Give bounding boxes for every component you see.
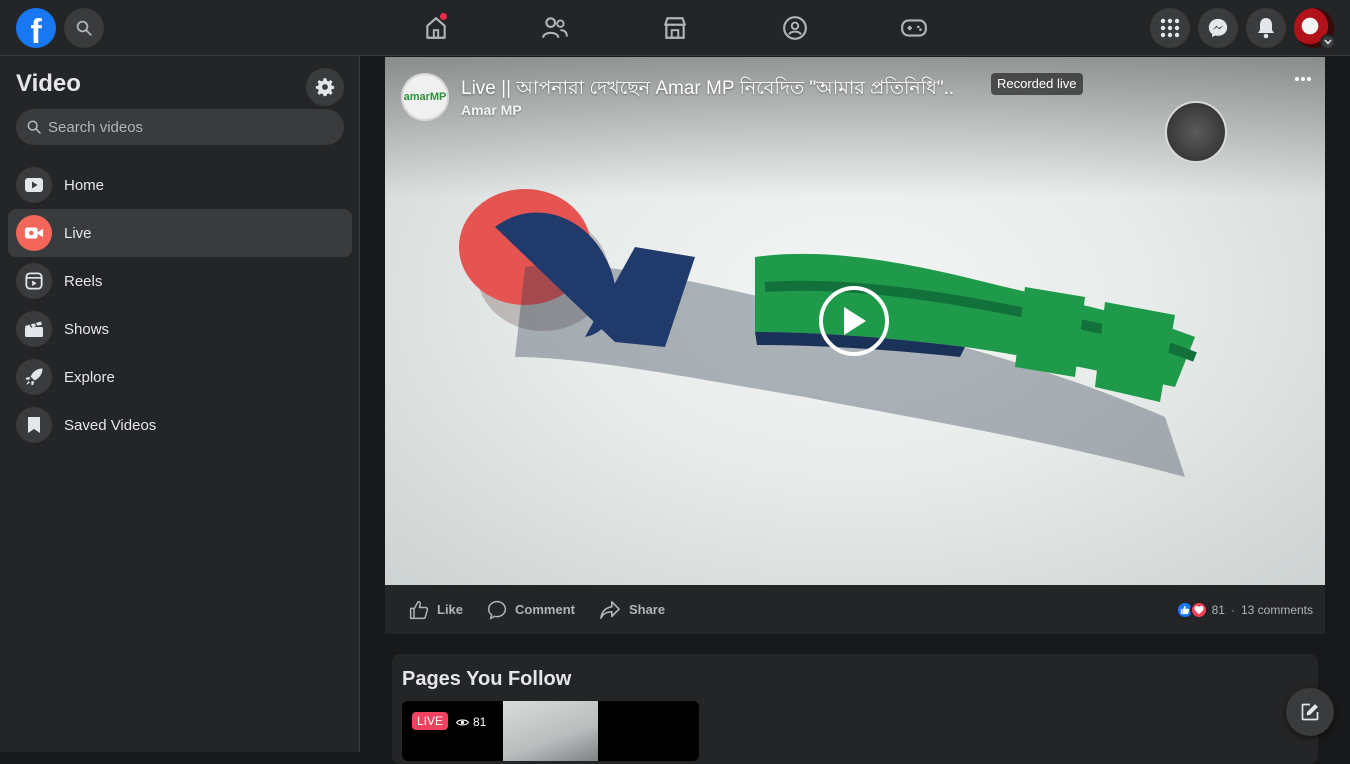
nav-groups-tab[interactable] bbox=[739, 8, 851, 48]
top-navigation-bar: f bbox=[0, 0, 1350, 56]
pages-you-follow-section: Pages You Follow LIVE 81 bbox=[392, 654, 1318, 764]
share-icon bbox=[600, 600, 620, 619]
notifications-button[interactable] bbox=[1246, 8, 1286, 48]
sidebar-item-label: Saved Videos bbox=[64, 416, 157, 434]
video-settings-button[interactable] bbox=[306, 68, 344, 106]
nav-friends-tab[interactable] bbox=[499, 8, 611, 48]
post-action-bar: Like Comment Share 81 · 13 comments bbox=[385, 585, 1325, 634]
video-sidebar: Video Home Live Reels Shows Explore bbox=[0, 56, 360, 752]
comment-button[interactable]: Comment bbox=[479, 592, 583, 628]
viewer-count: 81 bbox=[456, 715, 486, 729]
thumbs-up-small-icon bbox=[1180, 605, 1189, 615]
reactions-summary[interactable]: 81 · 13 comments bbox=[1175, 601, 1313, 619]
notification-dot bbox=[440, 13, 447, 20]
more-horizontal-icon bbox=[1295, 77, 1311, 81]
compose-icon bbox=[1301, 703, 1319, 721]
sidebar-title: Video bbox=[16, 70, 81, 97]
search-videos-box[interactable] bbox=[16, 109, 344, 145]
marketplace-icon bbox=[664, 17, 686, 39]
search-videos-input[interactable] bbox=[48, 118, 318, 136]
video-options-button[interactable] bbox=[1289, 69, 1317, 89]
nav-gaming-tab[interactable] bbox=[858, 8, 970, 48]
nav-home-tab[interactable] bbox=[380, 8, 492, 48]
sidebar-item-label: Explore bbox=[64, 368, 115, 386]
play-icon bbox=[25, 178, 43, 192]
sidebar-icon-wrap bbox=[16, 263, 52, 299]
sidebar-icon-wrap bbox=[16, 407, 52, 443]
page-avatar[interactable]: amarMP bbox=[401, 73, 449, 121]
share-button[interactable]: Share bbox=[591, 592, 673, 628]
sidebar-item-label: Live bbox=[64, 224, 92, 242]
section-title: Pages You Follow bbox=[402, 668, 572, 690]
play-button[interactable] bbox=[819, 286, 889, 356]
sidebar-item-shows[interactable]: Shows bbox=[8, 305, 352, 353]
search-button[interactable] bbox=[64, 8, 104, 48]
sidebar-item-label: Reels bbox=[64, 272, 103, 290]
sidebar-item-live[interactable]: Live bbox=[8, 209, 352, 257]
comment-icon bbox=[487, 600, 507, 620]
rocket-icon bbox=[25, 368, 43, 386]
sidebar-item-home[interactable]: Home bbox=[8, 161, 352, 209]
sidebar-item-label: Shows bbox=[64, 320, 110, 338]
comments-count[interactable]: 13 comments bbox=[1241, 603, 1313, 617]
live-video-thumbnail[interactable]: LIVE 81 bbox=[402, 701, 699, 761]
groups-icon bbox=[783, 16, 807, 40]
clapper-icon bbox=[25, 321, 43, 337]
friends-icon bbox=[542, 17, 568, 38]
live-badge: LIVE bbox=[412, 712, 449, 730]
like-button[interactable]: Like bbox=[401, 592, 471, 628]
play-icon bbox=[844, 307, 866, 335]
reaction-count: 81 bbox=[1211, 603, 1225, 617]
sidebar-item-label: Home bbox=[64, 176, 105, 194]
messenger-button[interactable] bbox=[1198, 8, 1238, 48]
video-post-card: amarMP Live || আপনারা দেখছেন Amar MP নিব… bbox=[385, 57, 1325, 634]
account-menu-toggle[interactable] bbox=[1320, 34, 1336, 50]
sidebar-item-explore[interactable]: Explore bbox=[8, 353, 352, 401]
channel-watermark-logo bbox=[1165, 101, 1227, 163]
new-message-button[interactable] bbox=[1286, 688, 1334, 736]
nav-marketplace-tab[interactable] bbox=[619, 8, 731, 48]
heart-icon bbox=[1194, 605, 1204, 615]
chevron-down-icon bbox=[1324, 39, 1332, 45]
grid-menu-icon bbox=[1160, 18, 1180, 38]
thumbnail-image bbox=[503, 701, 598, 761]
live-camera-icon bbox=[24, 227, 44, 239]
viewer-count-value: 81 bbox=[473, 715, 487, 729]
sidebar-icon-wrap bbox=[16, 215, 52, 251]
sidebar-icon-wrap bbox=[16, 311, 52, 347]
gear-icon bbox=[315, 78, 335, 97]
messenger-icon bbox=[1208, 18, 1228, 38]
facebook-logo[interactable]: f bbox=[16, 8, 56, 48]
sidebar-icon-wrap bbox=[16, 167, 52, 203]
like-label: Like bbox=[437, 602, 464, 617]
menu-button[interactable] bbox=[1150, 8, 1190, 48]
video-owner-name[interactable]: Amar MP bbox=[461, 102, 522, 118]
thumbs-up-icon bbox=[409, 600, 429, 619]
gamepad-icon bbox=[901, 19, 927, 37]
separator-dot: · bbox=[1230, 603, 1235, 617]
comment-label: Comment bbox=[515, 602, 575, 617]
video-player[interactable]: amarMP Live || আপনারা দেখছেন Amar MP নিব… bbox=[385, 57, 1325, 585]
eye-icon bbox=[456, 718, 469, 726]
sidebar-item-saved-videos[interactable]: Saved Videos bbox=[8, 401, 352, 449]
video-title[interactable]: Live || আপনারা দেখছেন Amar MP নিবেদিত "আ… bbox=[461, 74, 954, 106]
love-reaction-icon bbox=[1189, 601, 1208, 619]
reels-icon bbox=[25, 272, 43, 290]
search-icon bbox=[27, 120, 41, 134]
sidebar-item-reels[interactable]: Reels bbox=[8, 257, 352, 305]
search-icon bbox=[76, 20, 92, 36]
bookmark-icon bbox=[28, 417, 40, 433]
share-label: Share bbox=[628, 602, 666, 617]
recorded-live-badge: Recorded live bbox=[991, 73, 1083, 95]
bell-icon bbox=[1258, 18, 1274, 39]
sidebar-icon-wrap bbox=[16, 359, 52, 395]
